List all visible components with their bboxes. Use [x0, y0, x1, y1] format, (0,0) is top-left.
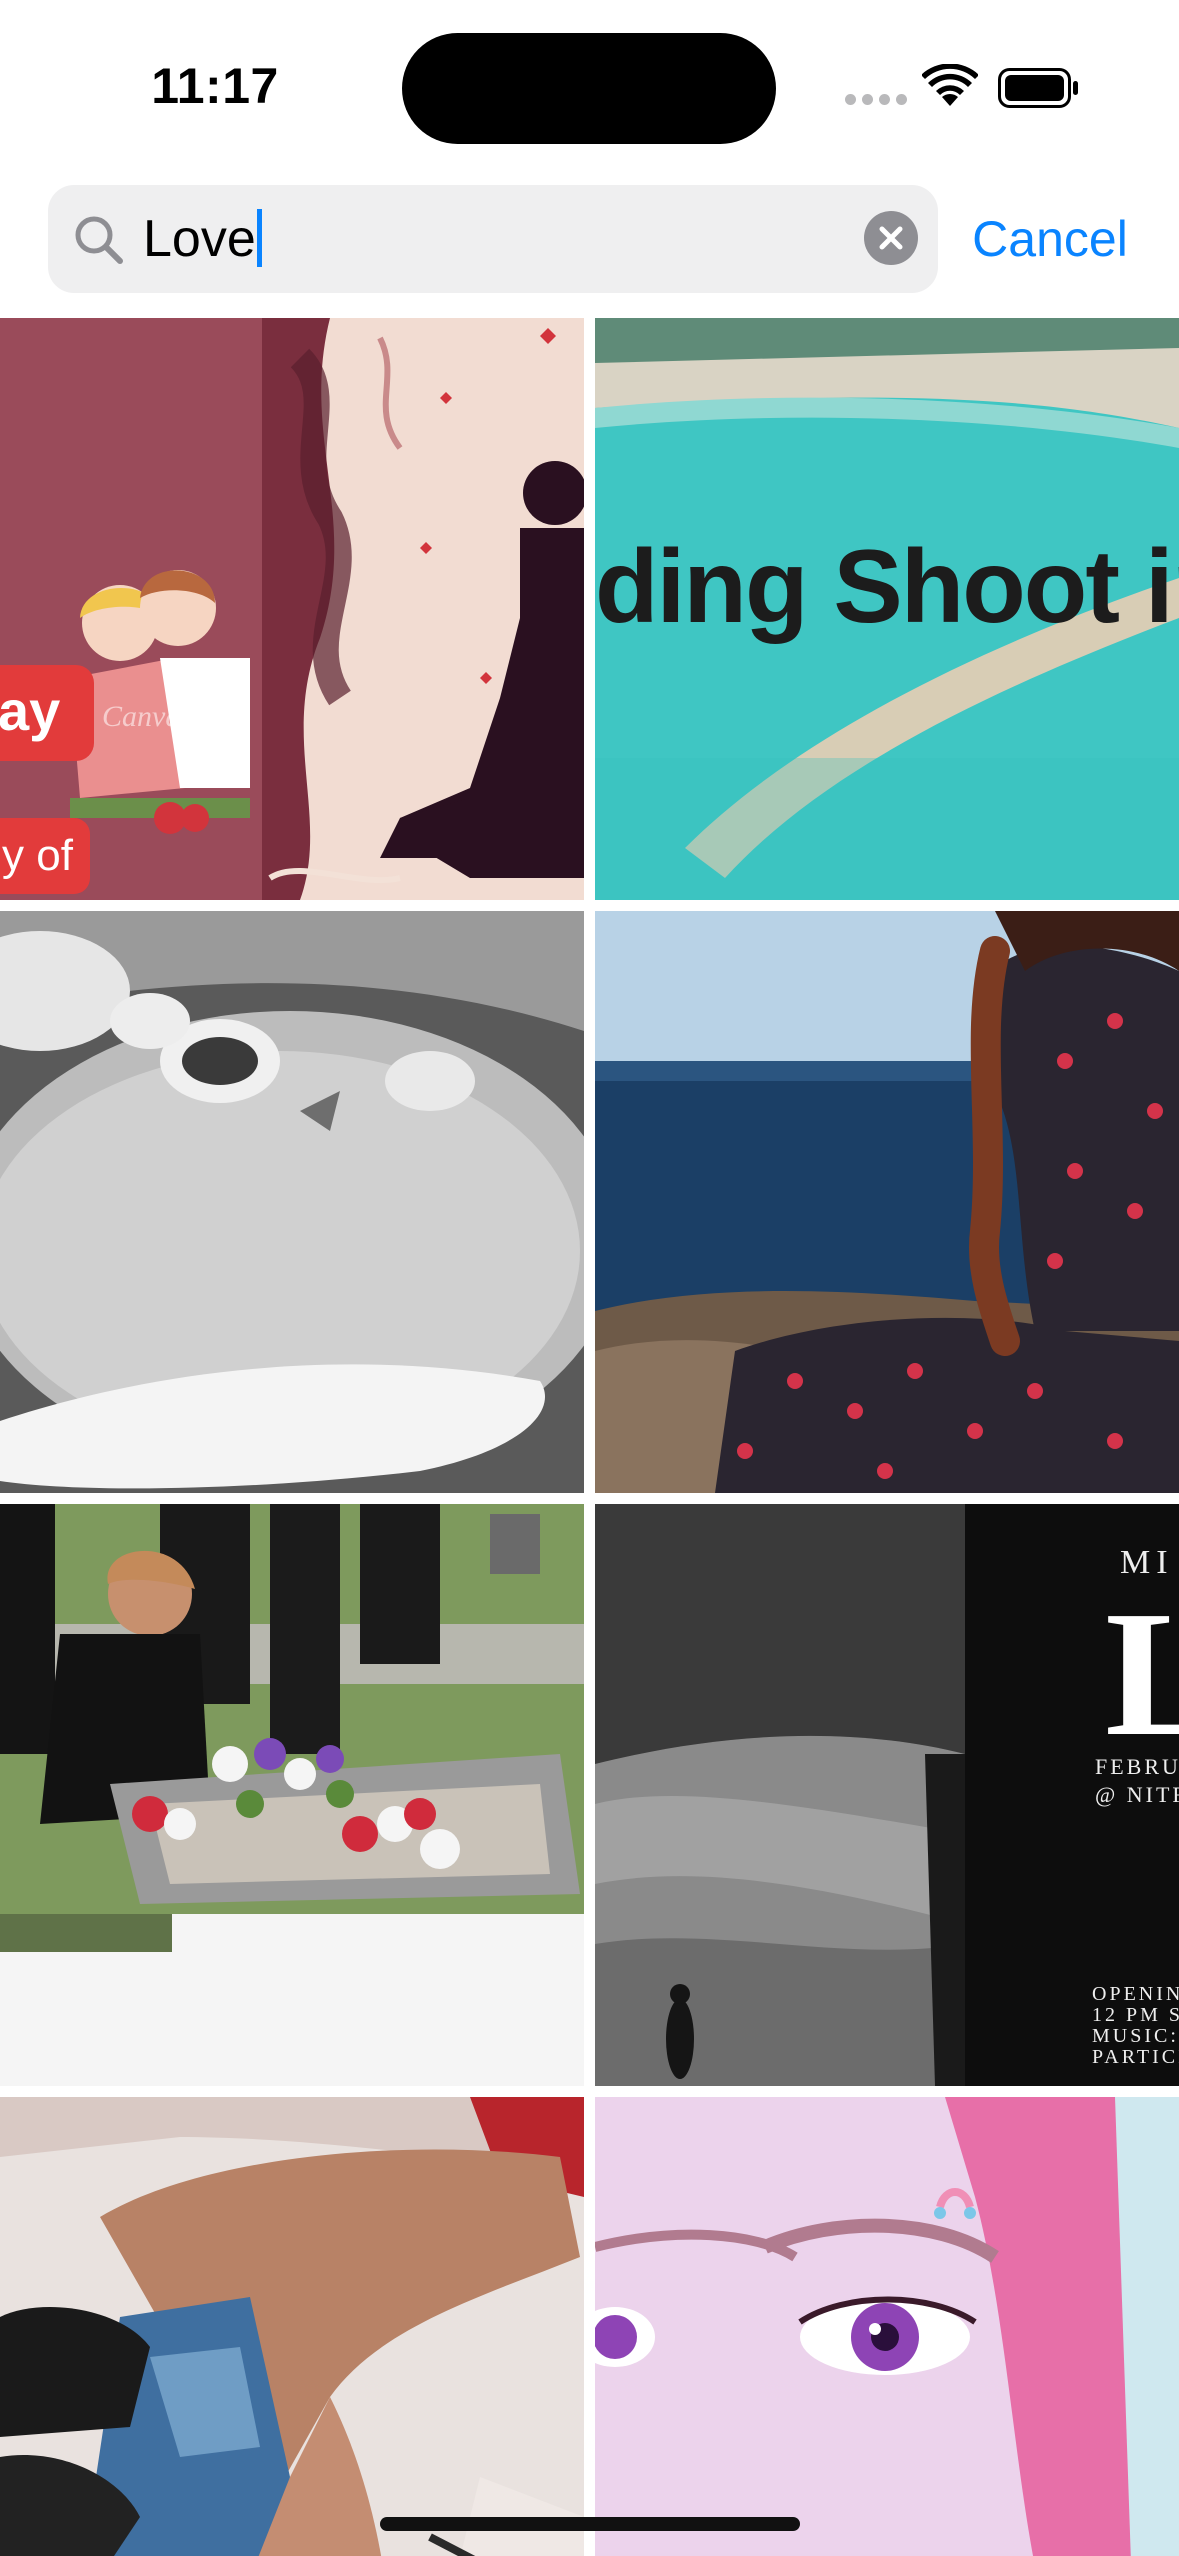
result-tile-rice-dish[interactable] — [0, 911, 584, 1493]
status-time: 11:17 — [151, 58, 279, 114]
poster-text-8: PARTICI — [1092, 2046, 1179, 2068]
clear-icon[interactable] — [864, 211, 918, 265]
dynamic-island — [402, 33, 776, 144]
results-grid: ay y of Canva ding Shoot in K — [0, 318, 1179, 2556]
wifi-icon — [922, 64, 978, 106]
legs-closeup-image — [0, 2097, 584, 2556]
poster-text-4: @ NITRO — [1095, 1782, 1179, 1807]
search-query: Love — [143, 210, 256, 268]
tile-watermark: Canva — [102, 700, 181, 733]
tile-text-badge-a: ay — [0, 665, 94, 761]
search-input[interactable]: Love — [143, 209, 262, 269]
home-indicator[interactable] — [380, 2517, 800, 2531]
couple-illustration-image — [0, 318, 584, 900]
poster-text-7: MUSIC: — [1092, 2025, 1179, 2047]
search-icon — [75, 216, 123, 264]
cancel-button[interactable]: Cancel — [960, 205, 1140, 273]
text-cursor — [256, 209, 262, 267]
pink-hair-portrait-image — [595, 2097, 1179, 2556]
result-tile-couple-illustration[interactable]: ay y of Canva — [0, 318, 584, 900]
result-tile-graveside-flowers[interactable] — [0, 1504, 584, 2086]
result-tile-lagoon[interactable]: ding Shoot in K — [595, 318, 1179, 900]
poster-text-2: L — [1105, 1574, 1179, 1773]
poster-text-3: FEBRUA — [1095, 1754, 1179, 1779]
battery-icon — [998, 68, 1078, 108]
graveside-flowers-image — [0, 1504, 584, 2086]
result-tile-event-poster[interactable]: MI L FEBRUA @ NITRO OPENIN 12 PM S MUSIC… — [595, 1504, 1179, 2086]
cellular-signal-icon — [845, 94, 907, 106]
search-field[interactable]: Love — [48, 185, 938, 293]
rice-dish-image — [0, 911, 584, 1493]
tile-text-badge-b: y of — [0, 818, 90, 894]
result-tile-seaside-woman[interactable] — [595, 911, 1179, 1493]
seaside-woman-image — [595, 911, 1179, 1493]
tile-caption: ding Shoot in K — [595, 529, 1179, 645]
result-tile-legs-closeup[interactable] — [0, 2097, 584, 2556]
poster-text-6: 12 PM S — [1092, 2004, 1179, 2026]
poster-text-5: OPENIN — [1092, 1983, 1179, 2005]
result-tile-pink-hair-portrait[interactable] — [595, 2097, 1179, 2556]
status-bar: 11:17 — [0, 0, 1179, 160]
search-results-screen: 11:17 Love Cancel ay y of Canva ding Sho… — [0, 0, 1179, 2556]
